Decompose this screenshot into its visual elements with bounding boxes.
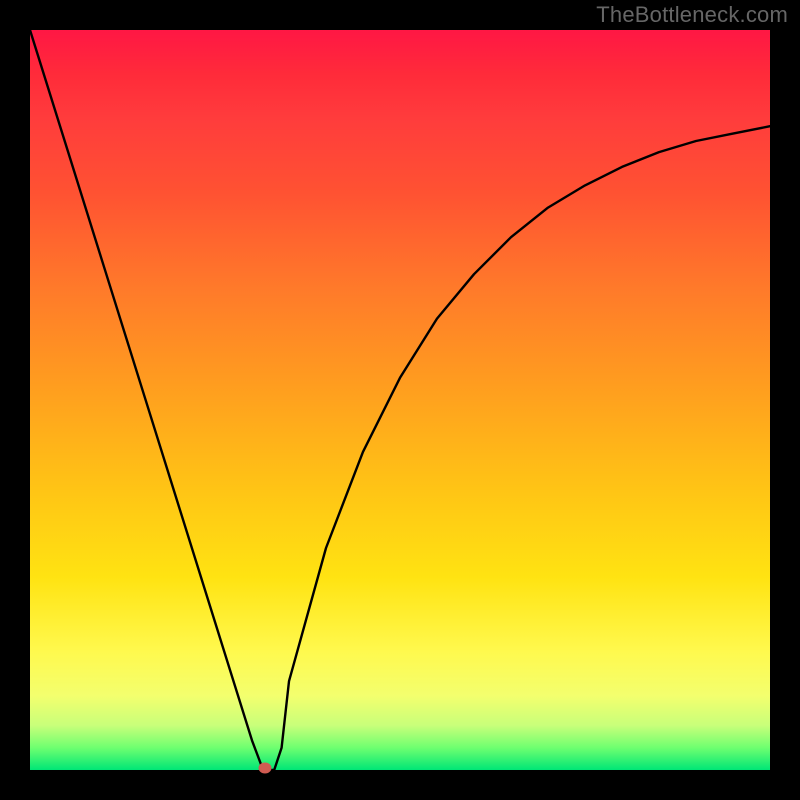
minimum-marker: [259, 762, 272, 773]
bottleneck-curve: [30, 30, 770, 770]
curve-svg: [30, 30, 770, 770]
watermark-text: TheBottleneck.com: [596, 2, 788, 28]
plot-area: [30, 30, 770, 770]
chart-container: TheBottleneck.com: [0, 0, 800, 800]
